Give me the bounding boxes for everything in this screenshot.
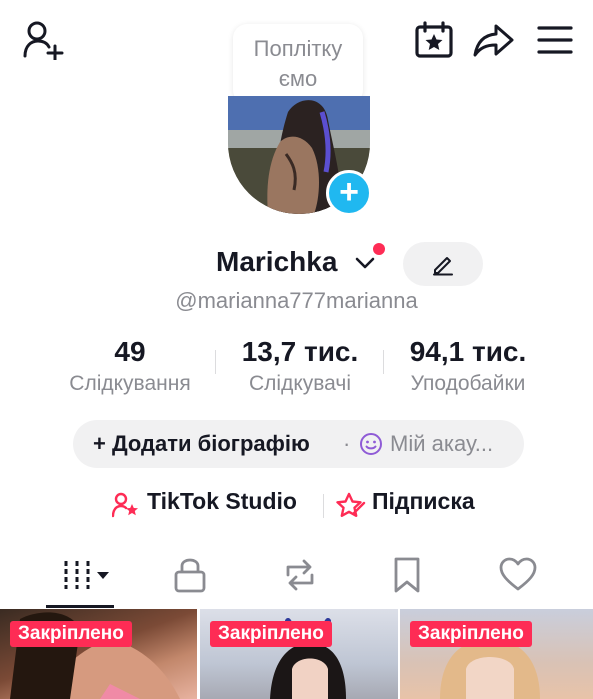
add-friend-icon[interactable] [22, 20, 66, 60]
subscription-link[interactable]: Підписка [372, 488, 475, 515]
stat-label: Слідкування [69, 372, 191, 395]
heart-icon [499, 557, 537, 591]
tab-videos[interactable] [62, 555, 109, 595]
menu-icon[interactable] [536, 24, 576, 58]
tab-reposts[interactable] [280, 555, 320, 595]
my-account-label[interactable]: Мій акау... [390, 420, 493, 468]
video-tile[interactable]: Закріплено [0, 609, 197, 699]
bio-separator: · [343, 431, 351, 456]
calendar-star-icon[interactable] [414, 20, 454, 60]
bio-pill[interactable]: + Додати біографію · Мій акау... [73, 420, 524, 468]
lock-icon [174, 558, 206, 593]
pinned-badge: Закріплено [10, 621, 132, 647]
repost-icon [286, 559, 314, 591]
video-tile[interactable]: Закріплено [400, 609, 593, 699]
tooltip-bubble[interactable]: Поплітку ємо [233, 24, 363, 104]
smile-icon [359, 432, 383, 456]
bookmark-icon [394, 557, 420, 593]
tooltip-line-2: ємо [278, 66, 318, 91]
tab-saved[interactable] [392, 555, 432, 595]
video-tile[interactable]: Закріплено [200, 609, 398, 699]
tab-private[interactable] [172, 555, 212, 595]
stat-divider [383, 350, 384, 374]
add-avatar-button[interactable]: + [326, 170, 372, 216]
pinned-badge: Закріплено [410, 621, 532, 647]
stat-likes[interactable]: 94,1 тис. Уподобайки [393, 336, 543, 396]
notification-dot [373, 243, 385, 255]
studio-person-star-icon [112, 492, 140, 518]
tiktok-studio-link[interactable]: TikTok Studio [147, 488, 297, 515]
plus-icon: + [339, 173, 359, 211]
pencil-icon [433, 257, 453, 276]
stat-value: 94,1 тис. [409, 336, 527, 367]
chevron-down-icon[interactable] [354, 254, 376, 272]
profile-handle: @marianna777marianna [175, 288, 418, 313]
pinned-badge: Закріплено [210, 621, 332, 647]
share-icon[interactable] [472, 20, 516, 60]
stat-value: 13,7 тис. [241, 336, 359, 367]
add-bio-label[interactable]: + Додати біографію [93, 420, 310, 468]
tab-indicator [46, 605, 114, 608]
stat-label: Уподобайки [410, 372, 526, 395]
tab-liked[interactable] [498, 555, 538, 595]
stat-following[interactable]: 49 Слідкування [55, 336, 205, 396]
stat-divider [215, 350, 216, 374]
stat-label: Слідкувачі [248, 372, 351, 395]
edit-profile-button[interactable] [403, 242, 483, 286]
stat-followers[interactable]: 13,7 тис. Слідкувачі [225, 336, 375, 396]
tooltip-line-1: Поплітку [253, 36, 343, 61]
stat-value: 49 [114, 336, 146, 367]
subscription-star-icon [336, 491, 366, 519]
links-divider [323, 494, 324, 518]
grid-icon [64, 561, 109, 589]
profile-name: Marichka [216, 246, 338, 277]
